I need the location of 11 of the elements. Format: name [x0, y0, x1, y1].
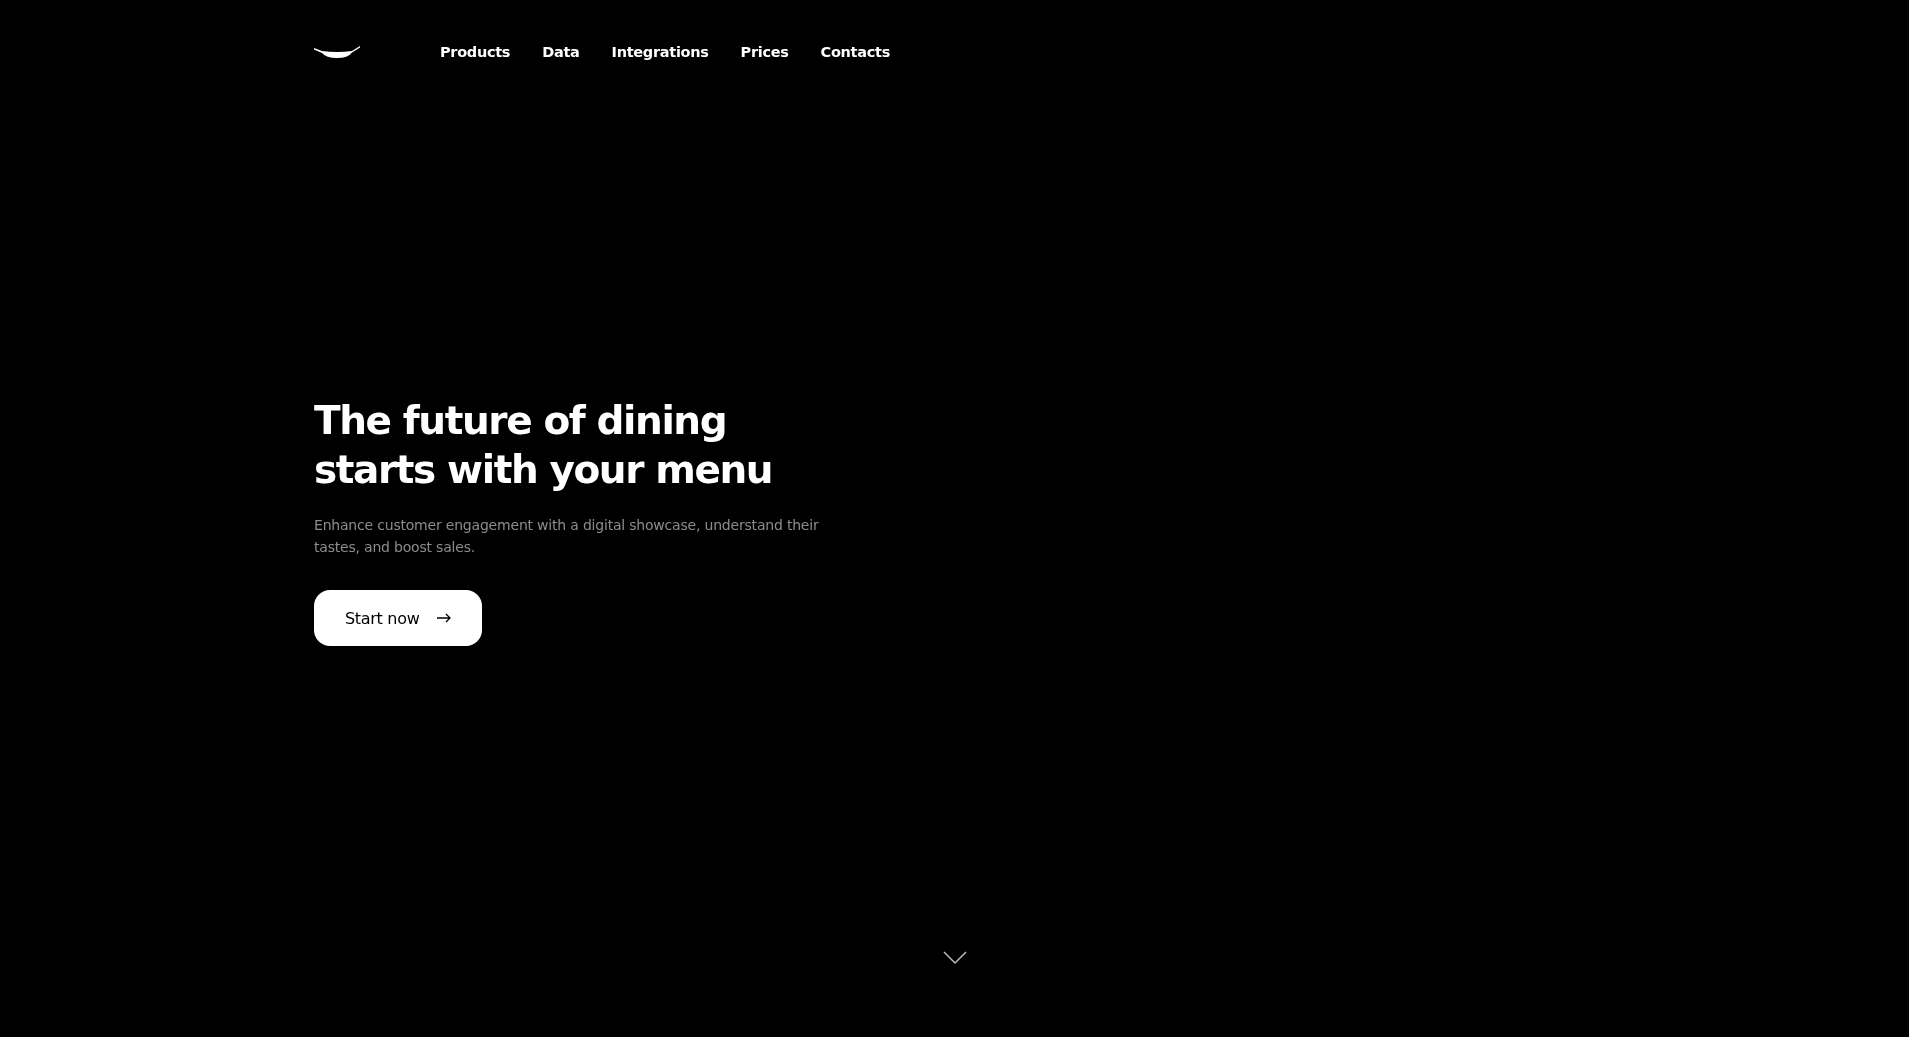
nav-link[interactable]: Prices	[740, 44, 789, 60]
hero-subtitle: Enhance customer engagement with a digital showcase, understand their tastes, and boost sales.	[314, 516, 820, 557]
chevron-down-icon[interactable]	[942, 951, 967, 965]
nav-link[interactable]: Data	[542, 44, 580, 60]
nav-link[interactable]: Contacts	[820, 44, 890, 60]
nav-link[interactable]: Integrations	[611, 44, 709, 60]
start-button[interactable]: Start now	[314, 590, 482, 646]
arrow-icon	[435, 613, 452, 623]
hero-title: The future of dining starts with your menu	[314, 397, 774, 494]
logo-icon[interactable]	[314, 45, 360, 59]
nav-link[interactable]: Products	[440, 44, 511, 60]
